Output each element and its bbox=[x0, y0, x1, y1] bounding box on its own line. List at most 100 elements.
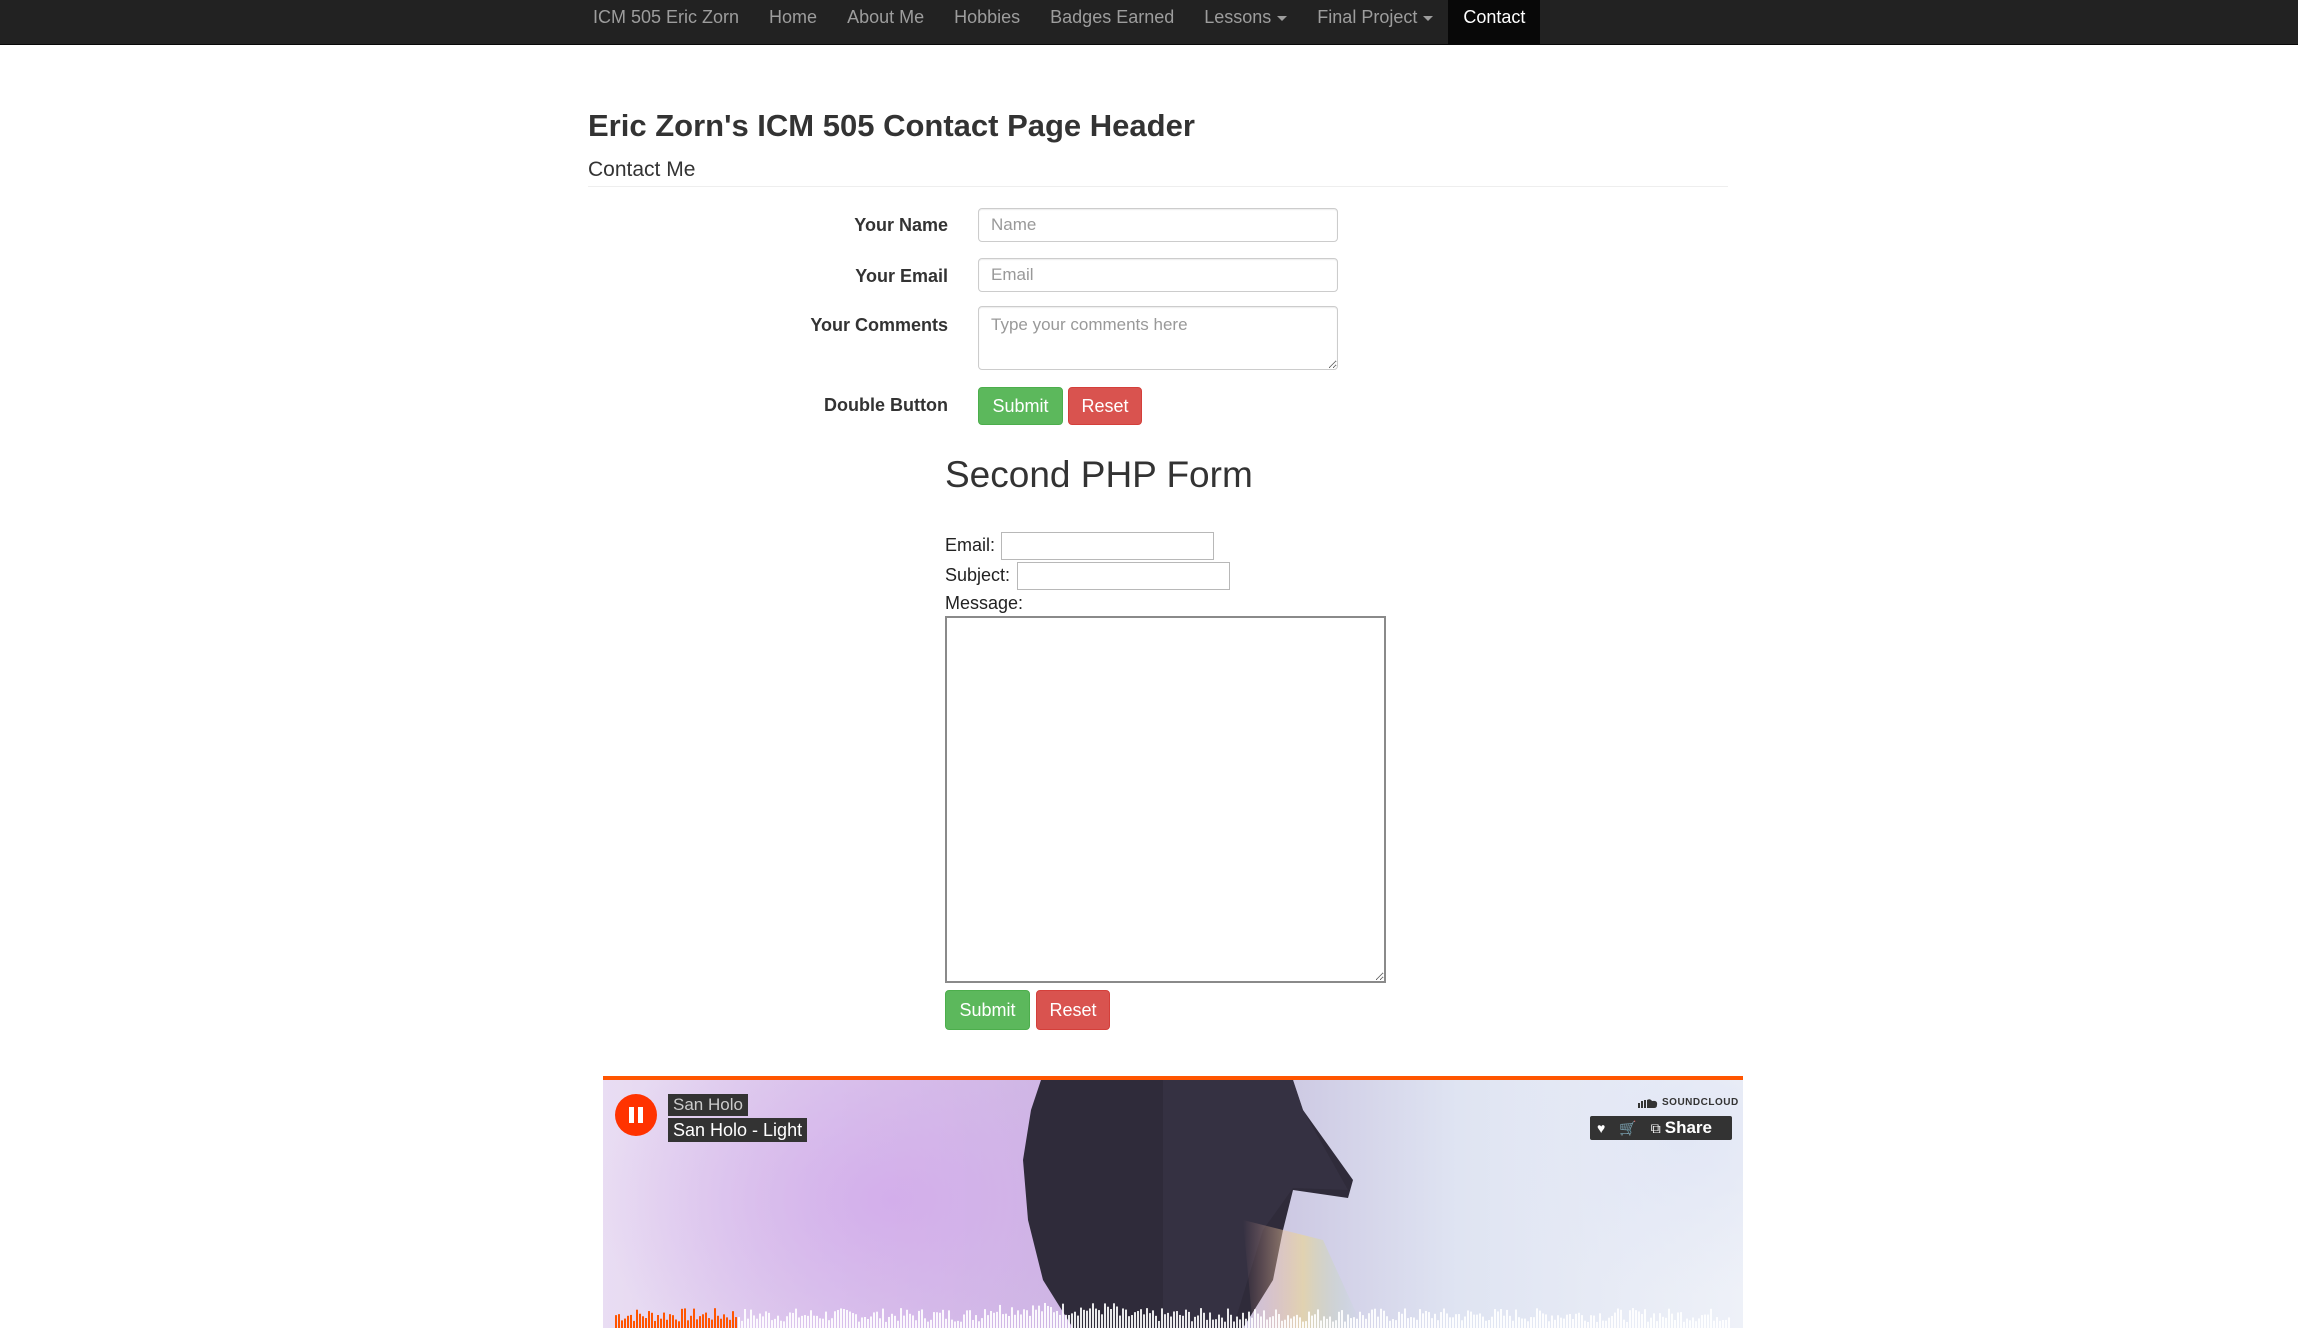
waveform-bar bbox=[1692, 1317, 1694, 1328]
waveform-bar bbox=[1638, 1311, 1640, 1328]
php-message-textarea[interactable] bbox=[945, 616, 1386, 983]
waveform-bar bbox=[1596, 1321, 1598, 1328]
waveform-bar bbox=[1164, 1314, 1166, 1328]
php-email-input[interactable] bbox=[1001, 532, 1214, 560]
waveform-bar bbox=[1530, 1317, 1532, 1328]
soundcloud-logo[interactable]: SOUNDCLOUD bbox=[1638, 1097, 1739, 1108]
double-button-label: Double Button bbox=[824, 395, 948, 415]
waveform-bar bbox=[1548, 1321, 1550, 1328]
waveform-bar bbox=[1311, 1315, 1313, 1328]
waveform-bar bbox=[846, 1309, 848, 1328]
waveform-bar bbox=[1152, 1310, 1154, 1328]
waveform-bar bbox=[1419, 1309, 1421, 1328]
waveform-bar bbox=[1233, 1321, 1235, 1328]
waveform-bar bbox=[765, 1311, 767, 1328]
waveform-bar bbox=[1113, 1303, 1115, 1328]
php-submit-button[interactable]: Submit bbox=[945, 990, 1030, 1030]
nav-item-about-me[interactable]: About Me bbox=[832, 0, 939, 44]
nav-item-lessons[interactable]: Lessons bbox=[1189, 0, 1302, 44]
waveform-bar bbox=[786, 1316, 788, 1328]
nav-item-home[interactable]: Home bbox=[754, 0, 832, 44]
waveform-bar bbox=[1560, 1317, 1562, 1328]
waveform-bar bbox=[780, 1320, 782, 1328]
waveform-bar bbox=[1377, 1316, 1379, 1328]
pause-button[interactable] bbox=[615, 1094, 657, 1136]
waveform-bar bbox=[1365, 1318, 1367, 1328]
waveform-bar bbox=[1371, 1309, 1373, 1328]
reset-button[interactable]: Reset bbox=[1068, 387, 1142, 425]
waveform-bar bbox=[936, 1312, 938, 1328]
waveform-bar bbox=[867, 1318, 869, 1328]
waveform-bar bbox=[1305, 1321, 1307, 1328]
waveform-bar bbox=[1302, 1321, 1304, 1328]
waveform-bar bbox=[1428, 1312, 1430, 1328]
comments-textarea[interactable] bbox=[978, 306, 1338, 370]
waveform-bar bbox=[1092, 1303, 1094, 1328]
email-input[interactable] bbox=[978, 258, 1338, 292]
waveform-bar bbox=[981, 1318, 983, 1328]
waveform-bar bbox=[927, 1321, 929, 1328]
waveform-bar bbox=[1245, 1318, 1247, 1328]
waveform-bar bbox=[909, 1313, 911, 1328]
waveform-bar bbox=[1650, 1317, 1652, 1328]
waveform-bar bbox=[1053, 1312, 1055, 1328]
waveform-bar bbox=[783, 1321, 785, 1328]
waveform-bar bbox=[1188, 1311, 1190, 1328]
waveform-bar bbox=[1119, 1315, 1121, 1328]
waveform-bar bbox=[651, 1312, 653, 1328]
waveform-bar bbox=[1134, 1312, 1136, 1328]
waveform-bar bbox=[1326, 1318, 1328, 1328]
waveform-bar bbox=[762, 1316, 764, 1328]
waveform-bar bbox=[1476, 1314, 1478, 1328]
waveform-bar bbox=[1632, 1308, 1634, 1328]
waveform-bar bbox=[1062, 1303, 1064, 1328]
submit-button[interactable]: Submit bbox=[978, 387, 1063, 425]
waveform-bar bbox=[903, 1315, 905, 1328]
waveform-bar bbox=[1482, 1316, 1484, 1328]
waveform-bar bbox=[1500, 1309, 1502, 1328]
php-message-label: Message: bbox=[945, 593, 1024, 613]
waveform-bar bbox=[825, 1311, 827, 1328]
php-subject-input[interactable] bbox=[1017, 562, 1230, 590]
track-title[interactable]: San Holo - Light bbox=[668, 1118, 808, 1142]
waveform-bar bbox=[1035, 1309, 1037, 1328]
waveform-bar bbox=[1581, 1315, 1583, 1328]
waveform-bar bbox=[1374, 1308, 1376, 1328]
waveform-bar bbox=[1521, 1318, 1523, 1328]
page-header: Eric Zorn's ICM 505 Contact Page Header … bbox=[588, 108, 1728, 187]
waveform-bar bbox=[1008, 1315, 1010, 1328]
waveform-bar bbox=[1272, 1316, 1274, 1328]
share-icon[interactable]: ⧉ bbox=[1644, 1120, 1661, 1137]
waveform-bar bbox=[888, 1316, 890, 1328]
waveform-bar bbox=[1026, 1310, 1028, 1328]
waveform-bar bbox=[1221, 1317, 1223, 1328]
waveform-bar bbox=[714, 1308, 716, 1328]
share-button[interactable]: Share bbox=[1665, 1118, 1712, 1138]
nav-item-badges-earned[interactable]: Badges Earned bbox=[1035, 0, 1189, 44]
nav-item-hobbies[interactable]: Hobbies bbox=[939, 0, 1035, 44]
artist-name[interactable]: San Holo bbox=[668, 1094, 748, 1116]
nav-item-contact[interactable]: Contact bbox=[1448, 0, 1541, 44]
waveform-bar bbox=[1494, 1309, 1496, 1328]
heart-icon[interactable]: ♥ bbox=[1590, 1120, 1612, 1136]
waveform-bar bbox=[1350, 1318, 1352, 1328]
waveform-bar bbox=[1287, 1315, 1289, 1328]
waveform-bar bbox=[747, 1318, 749, 1328]
waveform-bar bbox=[1422, 1313, 1424, 1328]
waveform-bar bbox=[792, 1312, 794, 1328]
waveform-bar bbox=[921, 1309, 923, 1328]
waveform-bar bbox=[1533, 1317, 1535, 1328]
waveform-bar bbox=[837, 1309, 839, 1328]
php-reset-button[interactable]: Reset bbox=[1036, 990, 1110, 1030]
waveform-bar bbox=[1407, 1318, 1409, 1328]
waveform-bar bbox=[1404, 1308, 1406, 1328]
waveform-bar bbox=[1242, 1312, 1244, 1328]
waveform-bar bbox=[1524, 1318, 1526, 1328]
nav-brand[interactable]: ICM 505 Eric Zorn bbox=[578, 0, 754, 44]
waveform-bar bbox=[1452, 1317, 1454, 1328]
cart-icon[interactable]: 🛒 bbox=[1612, 1120, 1643, 1137]
waveform-bar bbox=[987, 1315, 989, 1328]
nav-item-final-project[interactable]: Final Project bbox=[1302, 0, 1448, 44]
name-input[interactable] bbox=[978, 208, 1338, 242]
waveform-bar bbox=[924, 1318, 926, 1328]
